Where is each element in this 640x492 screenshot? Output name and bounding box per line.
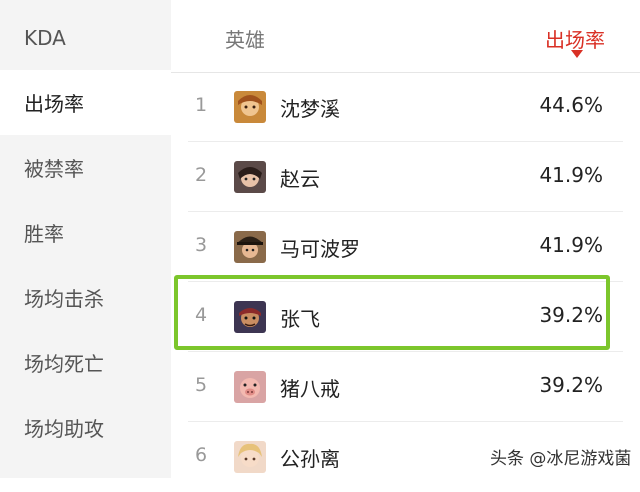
rank-number: 4 bbox=[195, 304, 208, 326]
sidebar-item-kda[interactable]: KDA bbox=[0, 5, 171, 70]
hero-avatar bbox=[234, 161, 266, 193]
sidebar-item-appearance-rate[interactable]: 出场率 bbox=[0, 70, 171, 135]
rank-number: 5 bbox=[195, 374, 208, 396]
hero-column-header: 英雄 bbox=[225, 28, 265, 52]
hero-name: 张飞 bbox=[280, 307, 320, 331]
sidebar-item-win-rate[interactable]: 胜率 bbox=[0, 200, 171, 265]
rank-number: 2 bbox=[195, 164, 208, 186]
table-row[interactable]: 4 张飞 39.2% bbox=[188, 282, 623, 352]
hero-name: 赵云 bbox=[280, 167, 320, 191]
hero-name: 公孙离 bbox=[280, 447, 340, 471]
hero-ranking-list: 英雄 出场率 1 沈梦溪 44.6% 2 赵云 41.9% 3 马可波罗 41.… bbox=[171, 0, 640, 478]
hero-avatar bbox=[234, 371, 266, 403]
sidebar-item-avg-assists[interactable]: 场均助攻 bbox=[0, 395, 171, 460]
table-row[interactable]: 5 猪八戒 39.2% bbox=[188, 352, 623, 422]
rank-number: 6 bbox=[195, 444, 208, 466]
watermark: 头条 @冰尼游戏菌 bbox=[490, 449, 632, 469]
appearance-rate-value: 44.6% bbox=[539, 93, 603, 117]
sidebar-item-label: 场均助攻 bbox=[24, 417, 104, 441]
sidebar-item-avg-deaths[interactable]: 场均死亡 bbox=[0, 330, 171, 395]
sidebar-item-avg-kills[interactable]: 场均击杀 bbox=[0, 265, 171, 330]
appearance-rate-value: 39.2% bbox=[539, 303, 603, 327]
hero-avatar bbox=[234, 301, 266, 333]
hero-avatar bbox=[234, 231, 266, 263]
caret-down-icon bbox=[571, 50, 583, 58]
sidebar-item-label: 胜率 bbox=[24, 222, 64, 246]
sidebar-item-ban-rate[interactable]: 被禁率 bbox=[0, 135, 171, 200]
sidebar-item-label: 被禁率 bbox=[24, 157, 84, 181]
hero-name: 马可波罗 bbox=[280, 237, 360, 261]
sidebar-item-label: 场均击杀 bbox=[24, 287, 104, 311]
appearance-rate-value: 39.2% bbox=[539, 373, 603, 397]
appearance-rate-value: 41.9% bbox=[539, 233, 603, 257]
hero-avatar bbox=[234, 91, 266, 123]
hero-name: 猪八戒 bbox=[280, 377, 340, 401]
sidebar-item-label: 场均死亡 bbox=[24, 352, 104, 376]
table-row[interactable]: 2 赵云 41.9% bbox=[188, 142, 623, 212]
stat-category-sidebar: KDA 出场率 被禁率 胜率 场均击杀 场均死亡 场均助攻 bbox=[0, 0, 171, 478]
appearance-rate-value: 41.9% bbox=[539, 163, 603, 187]
hero-avatar bbox=[234, 441, 266, 473]
hero-name: 沈梦溪 bbox=[280, 97, 340, 121]
table-row[interactable]: 1 沈梦溪 44.6% bbox=[188, 72, 623, 142]
list-header: 英雄 出场率 bbox=[171, 0, 640, 73]
rank-number: 1 bbox=[195, 94, 208, 116]
sidebar-item-label: 出场率 bbox=[24, 92, 84, 116]
appearance-rate-column-header[interactable]: 出场率 bbox=[545, 24, 605, 53]
rank-number: 3 bbox=[195, 234, 208, 256]
sidebar-item-label: KDA bbox=[24, 25, 66, 50]
table-row[interactable]: 3 马可波罗 41.9% bbox=[188, 212, 623, 282]
